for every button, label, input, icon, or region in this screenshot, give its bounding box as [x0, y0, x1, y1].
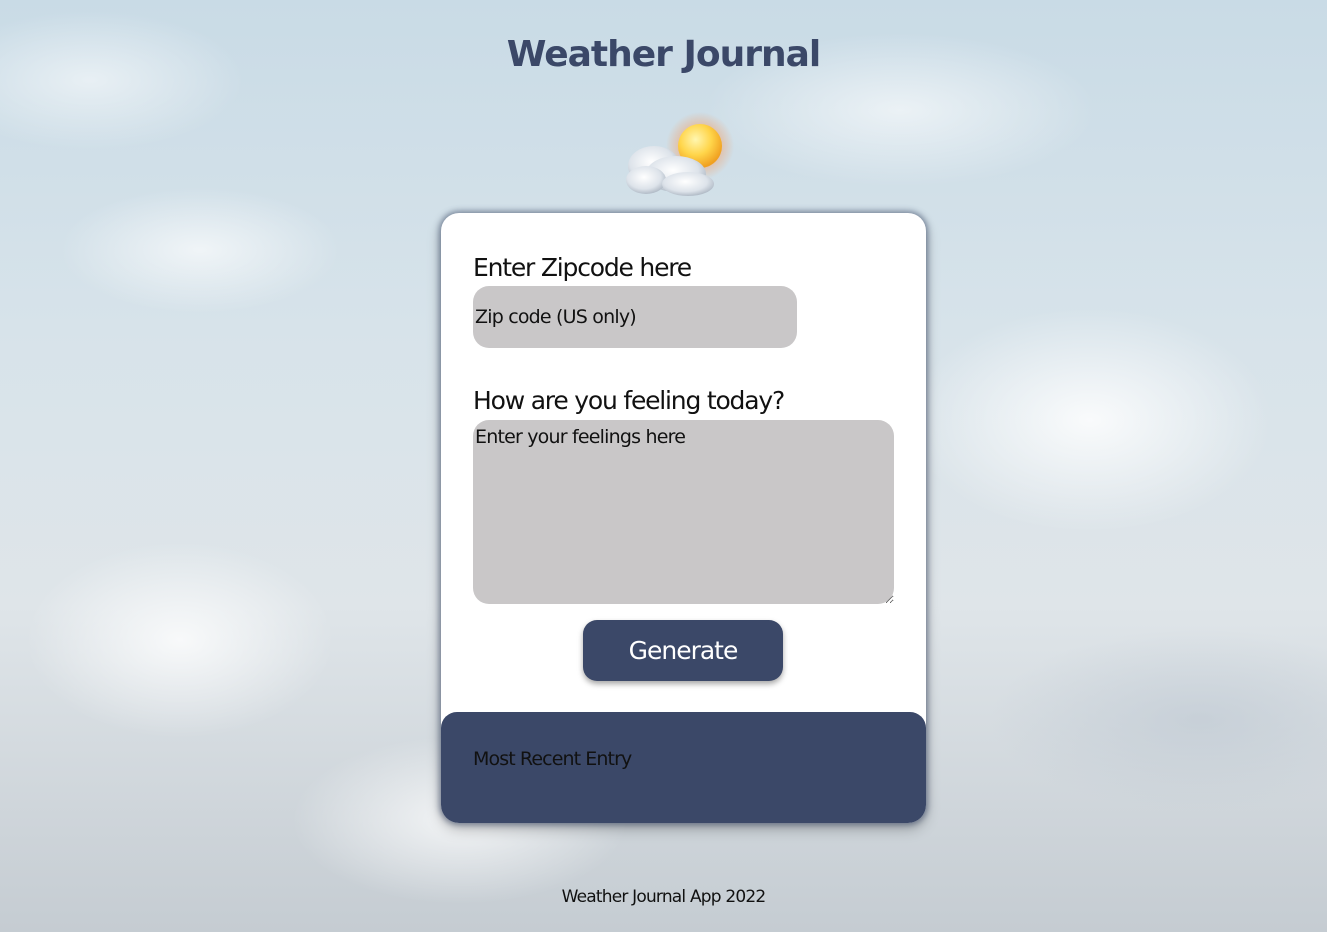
- generate-button[interactable]: Generate: [583, 620, 783, 681]
- zip-input[interactable]: [473, 286, 797, 348]
- recent-entry-panel: Most Recent Entry: [441, 712, 926, 823]
- sun-behind-cloud-icon: [618, 108, 738, 200]
- zip-label: Enter Zipcode here: [473, 253, 692, 282]
- journal-form-card: Enter Zipcode here How are you feeling t…: [441, 213, 926, 823]
- recent-entry-title: Most Recent Entry: [473, 748, 632, 770]
- footer-text: Weather Journal App 2022: [561, 887, 767, 907]
- page-title: Weather Journal: [506, 34, 821, 75]
- feelings-textarea[interactable]: [473, 420, 894, 604]
- feelings-label: How are you feeling today?: [473, 386, 785, 415]
